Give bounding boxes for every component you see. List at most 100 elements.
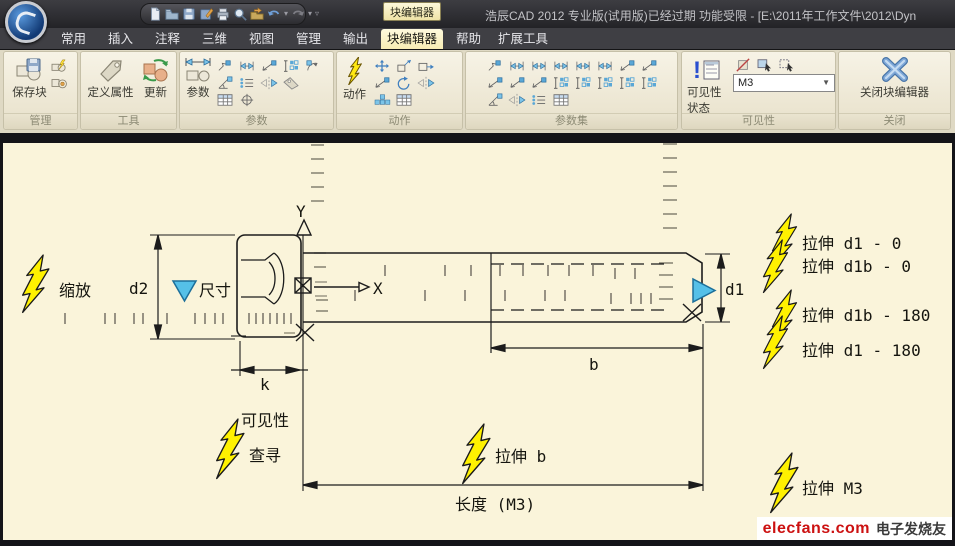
- redo-icon[interactable]: [291, 7, 305, 22]
- basepoint-parameter-button[interactable]: [237, 92, 256, 107]
- ribbon-tab-bar: 常用 插入 注释 三维 视图 管理 输出 块编辑器 帮助 扩展工具: [0, 28, 955, 50]
- print-icon[interactable]: [216, 7, 230, 22]
- action-lightning-icon: [346, 57, 364, 85]
- tab-output[interactable]: 输出: [332, 29, 379, 49]
- update-button[interactable]: 更新: [142, 54, 170, 100]
- xy-move-quad-set-button[interactable]: [595, 75, 614, 90]
- rotation-set-button[interactable]: [485, 92, 504, 107]
- save-block-button[interactable]: 保存块: [12, 54, 47, 100]
- action-button[interactable]: 动作: [343, 54, 366, 102]
- panel-tools: 定义属性 更新 工具: [80, 51, 177, 130]
- xy-stretch-quad-set-button[interactable]: [617, 75, 636, 90]
- lookup-set-button[interactable]: [551, 92, 570, 107]
- preview-icon[interactable]: [233, 7, 247, 22]
- visibility-parameter-button[interactable]: [237, 75, 256, 90]
- flip-action-button[interactable]: [416, 75, 435, 90]
- block-table-parameter-button[interactable]: [215, 92, 234, 107]
- tab-insert[interactable]: 插入: [97, 29, 144, 49]
- flip-set-button[interactable]: [507, 92, 526, 107]
- panel-manage-title: 管理: [4, 113, 77, 129]
- open-file-icon[interactable]: [165, 7, 179, 22]
- define-attribute-button[interactable]: 定义属性: [88, 54, 134, 100]
- tab-view[interactable]: 视图: [238, 29, 285, 49]
- tab-3d[interactable]: 三维: [191, 29, 238, 49]
- polar-parameter-button[interactable]: [259, 58, 278, 73]
- visibility-set-button[interactable]: [529, 92, 548, 107]
- parameter-button[interactable]: 参数: [184, 54, 212, 100]
- xy-move-set-button[interactable]: [551, 75, 570, 90]
- tab-home[interactable]: 常用: [50, 29, 97, 49]
- visibility-state-dropdown[interactable]: M3 ▼: [733, 74, 835, 92]
- k-label: k: [260, 375, 270, 394]
- xy-move-pair-set-button[interactable]: [573, 75, 592, 90]
- alignment-parameter-button[interactable]: [215, 75, 234, 90]
- scale-action-button[interactable]: [394, 58, 413, 73]
- scale-action-bolt-icon[interactable]: [23, 255, 49, 312]
- rotation-parameter-button[interactable]: [303, 58, 322, 73]
- visibility-states-button[interactable]: ! 可见性状态: [687, 54, 727, 116]
- qat-overflow-icon[interactable]: ▿: [315, 10, 319, 18]
- make-invisible-button[interactable]: [733, 57, 752, 72]
- panel-visibility: ! 可见性状态 M3 ▼ 可见性: [681, 51, 836, 130]
- stretch-d1b-0-label: 拉伸 d1b - 0: [802, 257, 911, 276]
- socket-detail: [241, 253, 284, 304]
- close-block-editor-button[interactable]: 关闭块编辑器: [860, 54, 929, 100]
- action-lightning-bolts[interactable]: [23, 214, 798, 513]
- dimension-flip-grip[interactable]: [173, 281, 196, 301]
- flip-parameter-button[interactable]: [259, 75, 278, 90]
- linear-move-set-button[interactable]: [507, 58, 526, 73]
- import-icon[interactable]: [250, 7, 264, 22]
- tab-block-editor[interactable]: 块编辑器: [381, 29, 443, 49]
- polar-stretch-action-button[interactable]: [372, 75, 391, 90]
- stretch-d1-180-label: 拉伸 d1 - 180: [802, 341, 921, 360]
- svg-text:!: !: [693, 57, 701, 83]
- polar-move-set-button[interactable]: [617, 58, 636, 73]
- linear-stretch-pair-set-button[interactable]: [595, 58, 614, 73]
- edit-block-button[interactable]: [50, 75, 69, 90]
- stretch-m3-bolt-icon[interactable]: [771, 453, 798, 513]
- tab-express-tools[interactable]: 扩展工具: [492, 29, 554, 49]
- undo-icon[interactable]: [267, 7, 281, 22]
- lookup-action-button[interactable]: [394, 92, 413, 107]
- lookup-parameter-button[interactable]: [281, 75, 300, 90]
- lookup-action-bolt-icon[interactable]: [217, 419, 244, 479]
- workspace-badge[interactable]: 块编辑器: [383, 2, 441, 21]
- linear-parameter-button[interactable]: [237, 58, 256, 73]
- redo-dropdown-icon[interactable]: ▾: [308, 10, 312, 18]
- xy-parameter-button[interactable]: [281, 58, 300, 73]
- app-logo[interactable]: [5, 1, 47, 43]
- new-file-icon[interactable]: [148, 7, 162, 22]
- linear-stretch-set-button[interactable]: [529, 58, 548, 73]
- stretch-b-action-bolt-icon[interactable]: [463, 424, 490, 484]
- linear-move-pair-set-button[interactable]: [573, 58, 592, 73]
- polar-array-set-button[interactable]: [485, 75, 504, 90]
- y-axis-arrow-icon: [297, 220, 311, 235]
- drawing-area[interactable]: d2 k b 长度 (M3) d1 X Y: [3, 143, 952, 540]
- tab-manage[interactable]: 管理: [285, 29, 332, 49]
- polar-stretch-set-button[interactable]: [639, 58, 658, 73]
- make-visible-button[interactable]: [755, 57, 774, 72]
- xy-array-set-button[interactable]: [639, 75, 658, 90]
- visibility-mode-button[interactable]: [777, 57, 796, 72]
- save-as-icon[interactable]: [199, 7, 213, 22]
- polar-stretch-pair-set-button[interactable]: [529, 75, 548, 90]
- parameter-icon: [184, 57, 212, 83]
- flip-grips[interactable]: [173, 279, 715, 302]
- tab-help[interactable]: 帮助: [445, 29, 492, 49]
- point-parameter-button[interactable]: [215, 58, 234, 73]
- action-label: 动作: [343, 86, 366, 102]
- point-move-set-button[interactable]: [485, 58, 504, 73]
- save-icon[interactable]: [182, 7, 196, 22]
- move-action-button[interactable]: [372, 58, 391, 73]
- close-x-icon: [879, 57, 911, 83]
- undo-dropdown-icon[interactable]: ▾: [284, 10, 288, 18]
- parameter-label: 参数: [187, 84, 210, 100]
- linear-array-set-button[interactable]: [551, 58, 570, 73]
- polar-move-pair-set-button[interactable]: [507, 75, 526, 90]
- stretch-action-button[interactable]: [416, 58, 435, 73]
- tab-annotate[interactable]: 注释: [144, 29, 191, 49]
- test-block-button[interactable]: [50, 58, 69, 73]
- d1-flip-grip[interactable]: [693, 279, 715, 302]
- array-action-button[interactable]: [372, 92, 391, 107]
- rotate-action-button[interactable]: [394, 75, 413, 90]
